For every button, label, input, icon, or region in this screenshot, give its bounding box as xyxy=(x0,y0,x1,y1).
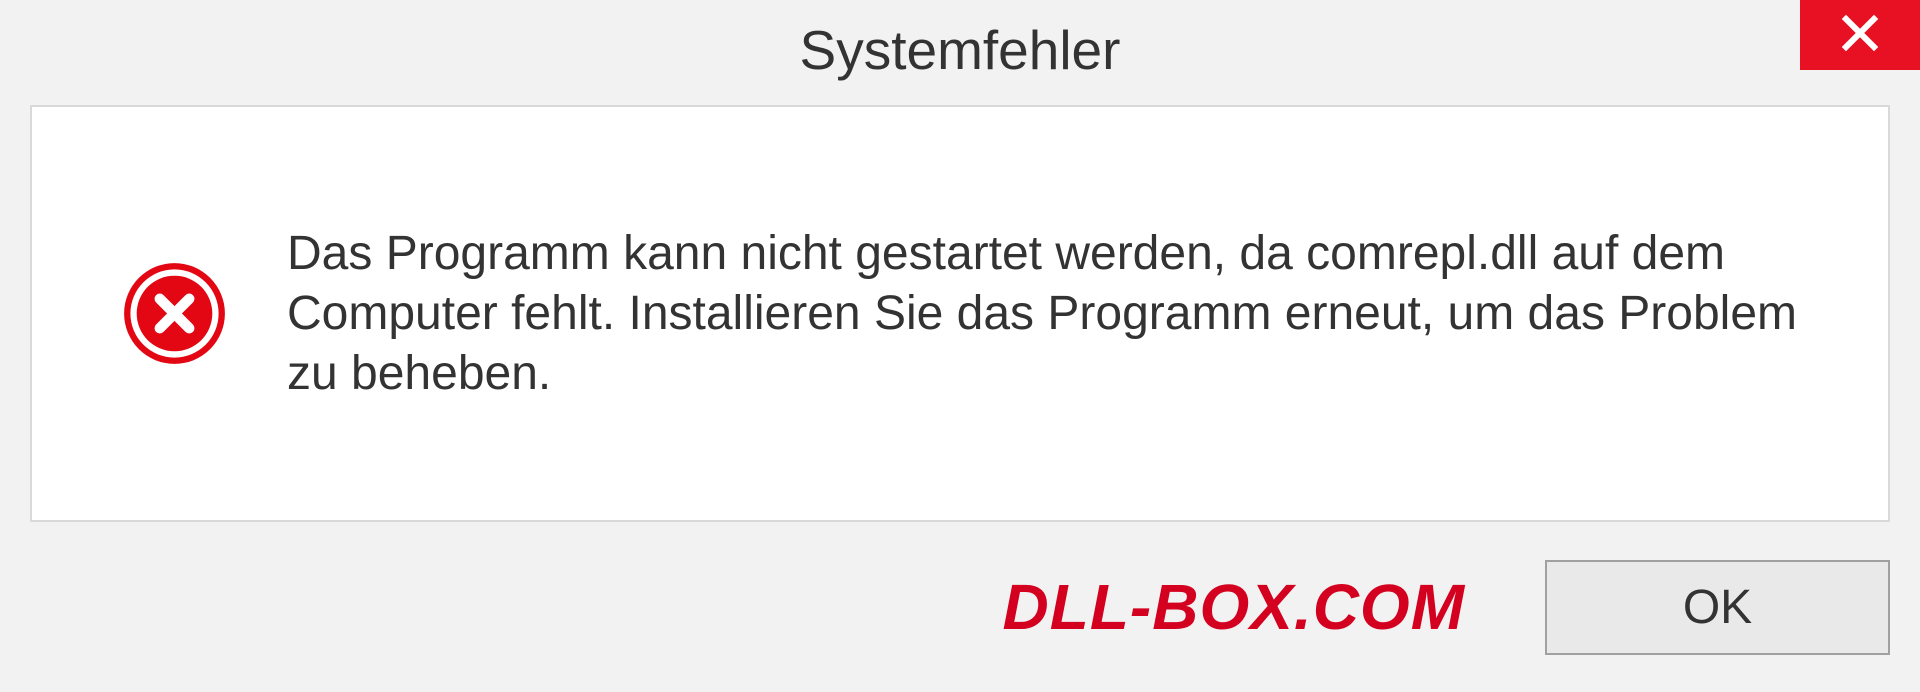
error-icon xyxy=(122,261,227,366)
ok-button[interactable]: OK xyxy=(1545,560,1890,655)
title-bar: Systemfehler xyxy=(0,0,1920,105)
error-dialog: Systemfehler Das Programm kann nicht ges… xyxy=(0,0,1920,692)
close-icon xyxy=(1840,13,1880,58)
error-message: Das Programm kann nicht gestartet werden… xyxy=(287,224,1848,404)
footer-bar: DLL-BOX.COM OK xyxy=(0,522,1920,692)
dialog-title: Systemfehler xyxy=(800,18,1121,82)
close-button[interactable] xyxy=(1800,0,1920,70)
content-area: Das Programm kann nicht gestartet werden… xyxy=(30,105,1890,522)
watermark-text: DLL-BOX.COM xyxy=(1003,570,1466,644)
